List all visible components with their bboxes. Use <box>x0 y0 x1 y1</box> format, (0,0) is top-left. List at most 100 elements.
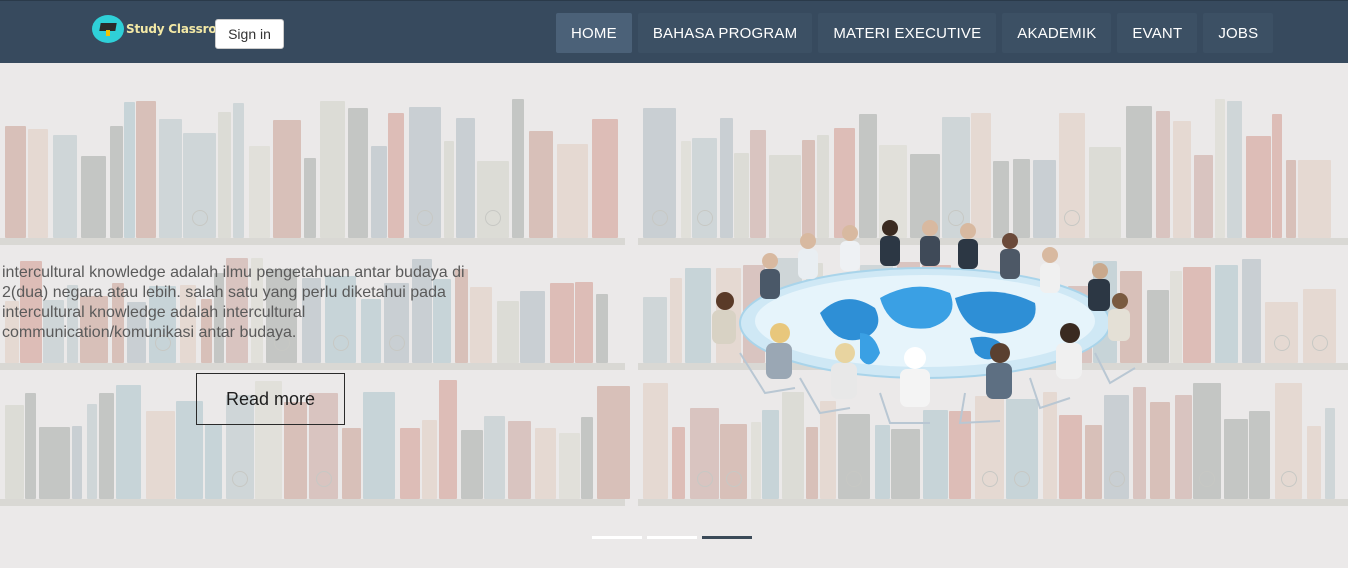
book-spine <box>643 107 676 238</box>
book-spine <box>273 119 301 238</box>
carousel-indicator-2[interactable] <box>647 536 697 539</box>
book-spine <box>99 393 114 499</box>
book-spine <box>520 290 545 363</box>
book-spine <box>116 385 141 499</box>
nav-item-home[interactable]: HOME <box>556 13 632 53</box>
book-spine <box>596 294 608 363</box>
shelf <box>0 238 625 245</box>
book-spine <box>53 135 77 238</box>
carousel-indicator-1[interactable] <box>592 536 642 539</box>
binder-ring <box>651 209 668 226</box>
graduation-cap-icon <box>92 15 124 43</box>
book-spine <box>559 432 580 499</box>
book-spine <box>409 106 441 238</box>
book-spine <box>1286 159 1296 238</box>
binder-ring <box>1311 334 1328 351</box>
caption-line: communication/komunikasi antar budaya. <box>2 324 297 341</box>
book-spine <box>124 101 135 238</box>
book-spine <box>1175 394 1192 499</box>
main-nav: HOME BAHASA PROGRAM MATERI EXECUTIVE AKA… <box>556 13 1274 53</box>
nav-item-jobs[interactable]: JOBS <box>1203 13 1274 53</box>
book-spine <box>512 98 524 238</box>
book-spine <box>400 428 420 499</box>
book-spine <box>751 422 761 499</box>
book-spine <box>1170 270 1182 363</box>
binder-ring <box>725 470 742 487</box>
shelf <box>638 499 1348 506</box>
caption-line: 2(dua) negara atau lebih. salah satu yan… <box>2 284 446 301</box>
binder-ring <box>315 470 332 487</box>
book-spine <box>342 428 361 499</box>
book-spine <box>1224 419 1248 499</box>
caption-line: intercultural knowledge adalah ilmu peng… <box>2 264 465 281</box>
binder-ring <box>1108 470 1125 487</box>
book-spine <box>484 416 505 499</box>
book-spine <box>581 416 593 499</box>
book-spine <box>1193 383 1221 499</box>
binder-ring <box>981 470 998 487</box>
book-spine <box>1194 155 1213 238</box>
book-spine <box>1215 265 1238 363</box>
book-spine <box>363 392 395 499</box>
carousel-indicator-3[interactable] <box>702 536 752 539</box>
book-spine <box>233 102 244 238</box>
slide-caption: intercultural knowledge adalah ilmu peng… <box>2 263 502 343</box>
intercultural-meeting-image <box>712 220 1136 425</box>
book-spine <box>205 424 222 499</box>
book-spine <box>1265 302 1298 363</box>
book-spine <box>1242 259 1261 363</box>
book-spine <box>592 119 618 238</box>
book-spine <box>72 426 82 499</box>
book-spine <box>388 112 404 238</box>
book-spine <box>1215 99 1225 238</box>
shelf <box>0 499 625 506</box>
binder-ring <box>1199 470 1215 487</box>
read-more-button[interactable]: Read more <box>196 373 345 425</box>
book-spine <box>720 424 747 499</box>
book-spine <box>1183 267 1211 363</box>
caption-line: intercultural knowledge adalah intercult… <box>2 304 306 321</box>
book-spine <box>146 410 175 499</box>
sign-in-button[interactable]: Sign in <box>215 19 284 49</box>
book-spine <box>25 392 36 499</box>
book-spine <box>304 157 316 238</box>
nav-item-materi-executive[interactable]: MATERI EXECUTIVE <box>818 13 997 53</box>
book-spine <box>1173 121 1191 238</box>
book-spine <box>439 380 457 499</box>
carousel-indicators <box>592 536 752 539</box>
book-spine <box>1272 113 1282 238</box>
book-spine <box>159 118 182 238</box>
binder-ring <box>232 470 248 487</box>
binder-ring <box>1273 334 1290 351</box>
book-spine <box>875 425 890 499</box>
binder-ring <box>485 209 501 226</box>
book-spine <box>1307 426 1321 499</box>
nav-item-bahasa-program[interactable]: BAHASA PROGRAM <box>637 13 813 53</box>
book-spine <box>218 112 231 238</box>
book-spine <box>1147 290 1169 363</box>
book-spine <box>508 421 531 499</box>
book-spine <box>183 132 216 238</box>
book-spine <box>81 156 106 238</box>
book-spine <box>87 404 97 499</box>
book-spine <box>643 383 668 499</box>
top-navbar: Study Classroom Sign in HOME BAHASA PROG… <box>0 0 1348 63</box>
book-spine <box>28 129 48 238</box>
book-spine <box>535 427 556 499</box>
binder-ring <box>846 470 862 487</box>
book-spine <box>422 419 437 499</box>
nav-item-akademik[interactable]: AKADEMIK <box>1002 13 1112 53</box>
book-spine <box>550 282 574 363</box>
book-spine <box>1246 136 1271 238</box>
book-spine <box>371 146 387 238</box>
hero-carousel: intercultural knowledge adalah ilmu peng… <box>0 63 1348 568</box>
book-spine <box>806 426 818 499</box>
binder-ring <box>191 209 208 226</box>
book-spine <box>110 125 123 238</box>
nav-item-evant[interactable]: EVANT <box>1117 13 1198 53</box>
book-spine <box>643 296 667 363</box>
book-spine <box>1085 424 1102 499</box>
book-spine <box>1156 110 1170 238</box>
book-spine <box>529 131 553 238</box>
book-spine <box>670 278 682 363</box>
